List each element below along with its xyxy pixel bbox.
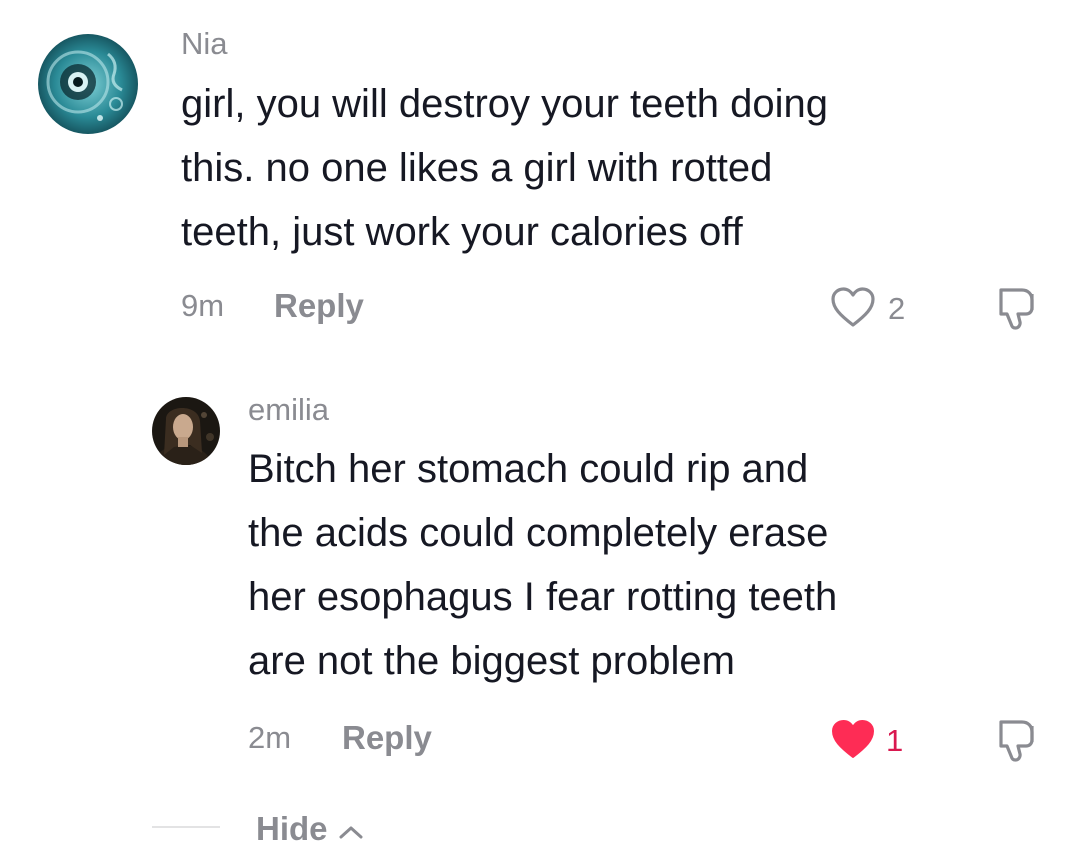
thumbs-down-icon[interactable] — [992, 284, 1042, 337]
hide-replies-label: Hide — [256, 810, 328, 847]
heart-filled-icon[interactable] — [830, 718, 876, 765]
like-count: 1 — [886, 723, 904, 758]
reply-button[interactable]: Reply — [274, 289, 364, 322]
heart-outline-icon[interactable] — [830, 286, 876, 333]
comment-text: Bitch her stomach could rip and the acid… — [248, 447, 838, 683]
comment-timestamp: 9m — [181, 288, 225, 323]
replies-divider — [152, 826, 220, 828]
avatar-nia[interactable] — [38, 34, 138, 134]
comment-username[interactable]: emilia — [248, 394, 329, 425]
comment-username[interactable]: Nia — [181, 28, 228, 59]
reply-button[interactable]: Reply — [342, 721, 432, 754]
chevron-up-icon — [338, 812, 364, 845]
comment-text: girl, you will destroy your teeth doing … — [181, 82, 828, 254]
like-count: 2 — [888, 291, 906, 326]
thumbs-down-icon[interactable] — [992, 716, 1042, 769]
comment-timestamp: 2m — [248, 720, 292, 755]
avatar-emilia[interactable] — [152, 397, 220, 465]
hide-replies-button[interactable]: Hide — [256, 812, 364, 845]
